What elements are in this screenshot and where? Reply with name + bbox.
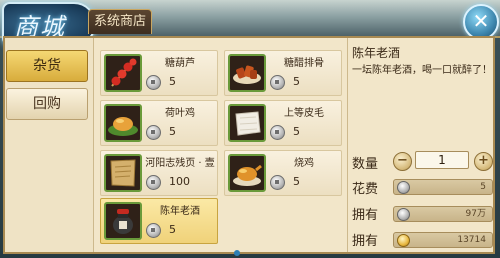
owned-silver-field: 97万 — [393, 206, 493, 222]
item-name: 上等皮毛 — [284, 108, 324, 119]
silver-coin-icon — [270, 175, 285, 190]
roast-chicken-icon — [228, 154, 266, 192]
category-misc-button[interactable]: 杂货 — [6, 50, 88, 82]
wine-jar-icon — [104, 202, 142, 240]
silver-coin-icon — [397, 208, 410, 221]
lotus-leaf-chicken-icon — [104, 104, 142, 142]
detail-item-description: 一坛陈年老酒，喝一口就醉了！ — [352, 65, 492, 76]
detail-item-title: 陈年老酒 — [352, 46, 401, 60]
silver-coin-icon — [146, 125, 161, 140]
quantity-label: 数量 — [352, 157, 379, 172]
item-price: 5 — [169, 75, 176, 88]
scroll-page-icon — [104, 154, 142, 192]
item-price: 5 — [169, 223, 176, 236]
close-button[interactable]: ✕ — [463, 4, 499, 40]
quantity-input[interactable]: 1 — [415, 151, 469, 169]
fur-pelt-icon — [228, 104, 266, 142]
item-name: 糖葫芦 — [165, 58, 195, 69]
silver-coin-icon — [270, 75, 285, 90]
item-price: 5 — [293, 125, 300, 138]
owned-silver-value: 97万 — [465, 209, 486, 219]
cost-value: 5 — [480, 182, 486, 192]
owned-gold-field: 13714 — [393, 232, 493, 248]
silver-coin-icon — [270, 125, 285, 140]
owned-gold-value: 13714 — [457, 235, 486, 245]
cost-label: 花费 — [352, 182, 379, 197]
gold-coin-icon — [397, 234, 410, 247]
shop-item[interactable]: 荷叶鸡 5 — [100, 100, 218, 146]
category-buyback-button[interactable]: 回购 — [6, 88, 88, 120]
item-name: 河阳志残页 · 壹 — [145, 158, 215, 169]
quantity-plus-button[interactable]: + — [474, 152, 493, 171]
panel-divider — [347, 38, 348, 252]
quantity-minus-button[interactable]: − — [393, 152, 412, 171]
silver-coin-icon — [146, 75, 161, 90]
silver-coin-icon — [146, 175, 161, 190]
candied-haws-icon — [104, 54, 142, 92]
owned-gold-label: 拥有 — [352, 234, 379, 249]
item-price: 5 — [169, 125, 176, 138]
shop-item[interactable]: 河阳志残页 · 壹 100 — [100, 150, 218, 196]
page-indicator-dot — [234, 250, 240, 256]
item-name: 荷叶鸡 — [165, 108, 195, 119]
shop-item[interactable]: 上等皮毛 5 — [224, 100, 342, 146]
item-price: 100 — [169, 175, 190, 188]
shop-item[interactable]: 糖葫芦 5 — [100, 50, 218, 96]
shop-item[interactable]: 糖醋排骨 5 — [224, 50, 342, 96]
owned-silver-label: 拥有 — [352, 208, 379, 223]
silver-coin-icon — [146, 223, 161, 238]
sweet-sour-ribs-icon — [228, 54, 266, 92]
cost-field: 5 — [393, 179, 493, 195]
tab-system-shop[interactable]: 系统商店 — [88, 9, 152, 34]
silver-coin-icon — [397, 181, 410, 194]
item-name: 陈年老酒 — [160, 206, 200, 217]
item-name: 糖醋排骨 — [284, 58, 324, 69]
item-price: 5 — [293, 175, 300, 188]
item-price: 5 — [293, 75, 300, 88]
shop-item[interactable]: 烧鸡 5 — [224, 150, 342, 196]
item-name: 烧鸡 — [294, 158, 314, 169]
shop-item-selected[interactable]: 陈年老酒 5 — [100, 198, 218, 244]
